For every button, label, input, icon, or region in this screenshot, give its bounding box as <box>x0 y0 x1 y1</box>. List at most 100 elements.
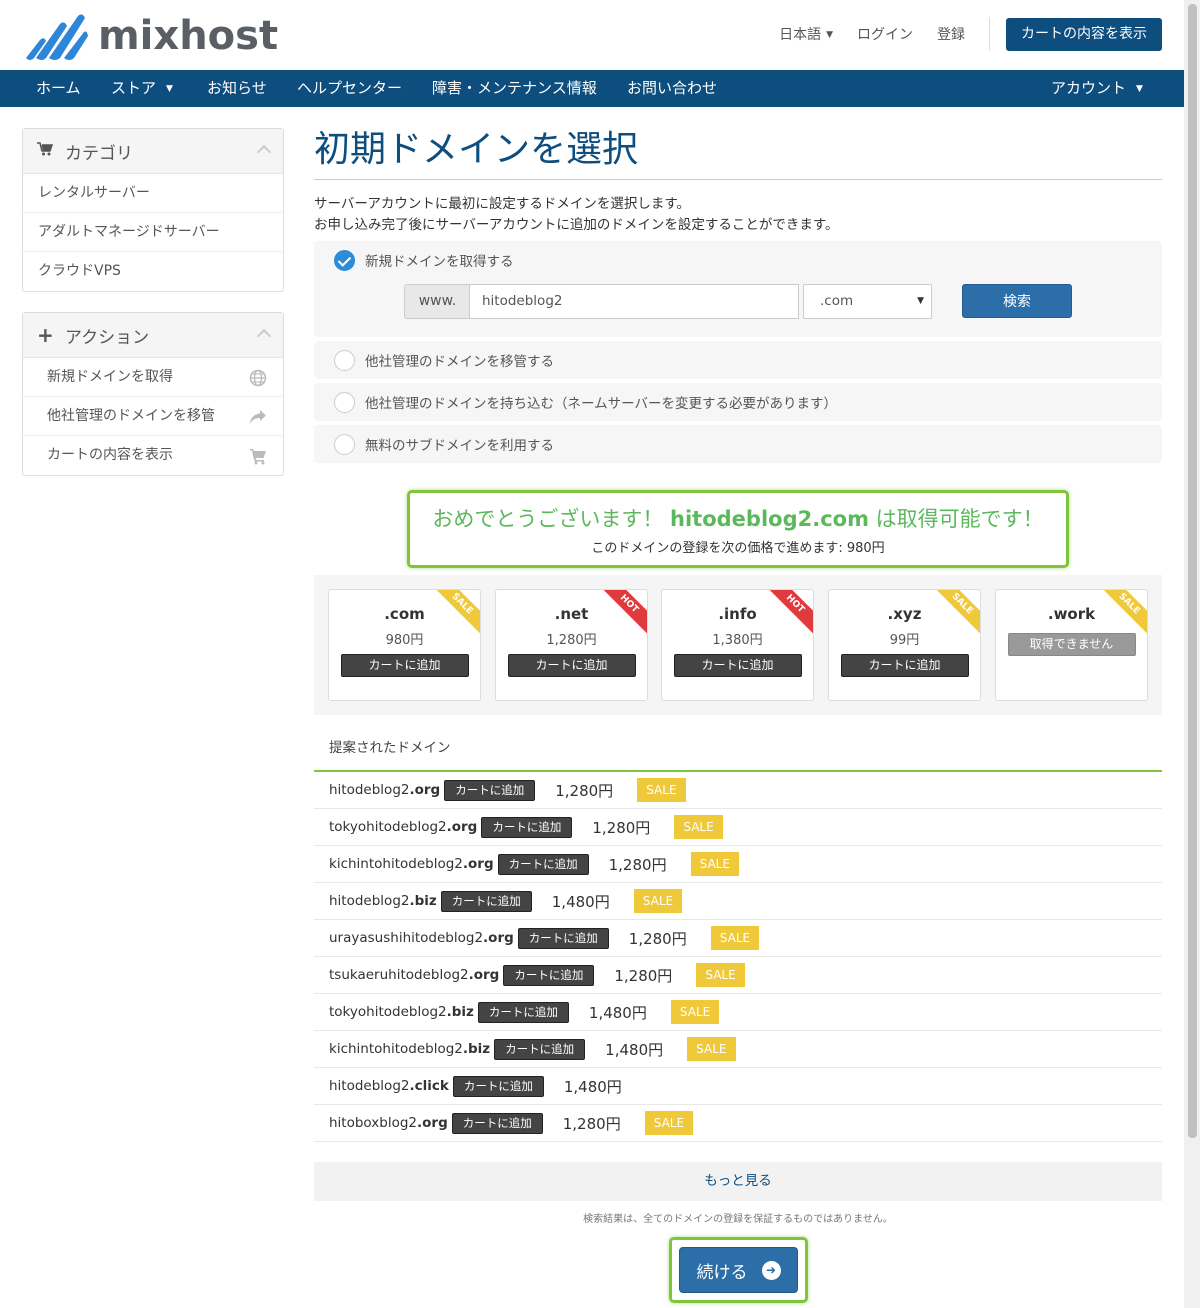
domain-tld: .biz <box>446 1004 474 1020</box>
tld-card: HOT .net 1,280円 カートに追加 <box>495 589 648 701</box>
radio-transfer[interactable] <box>334 349 355 371</box>
tld-card: HOT .info 1,380円 カートに追加 <box>661 589 814 701</box>
domain-search-row: www. hitodeblog2 .com ▼ 検索 <box>314 279 1162 337</box>
sidebar-item-cloud-vps[interactable]: クラウドVPS <box>23 252 283 291</box>
add-to-cart-button[interactable]: カートに追加 <box>451 1112 543 1134</box>
sale-badge: SALE <box>674 815 723 839</box>
page-description: サーバーアカウントに最初に設定するドメインを選択します。 お申し込み完了後にサー… <box>314 194 1162 236</box>
chevron-up-icon[interactable] <box>256 328 272 344</box>
availability-price-note: このドメインの登録を次の価格で進めます: 980円 <box>591 541 885 556</box>
caret-down-icon: ▼ <box>917 296 924 306</box>
sale-badge: SALE <box>637 778 686 802</box>
register-link[interactable]: 登録 <box>937 24 965 44</box>
available-domain: hitodeblog2.com <box>670 507 869 531</box>
tld-spotlight: SALE .com 980円 カートに追加 HOT .net 1,280円 カー… <box>314 575 1162 715</box>
action-panel-title: アクション <box>65 327 150 348</box>
sidebar-action-register-domain[interactable]: 新規ドメインを取得 <box>23 358 283 397</box>
language-dropdown[interactable]: 日本語 ▼ <box>779 24 833 44</box>
search-button[interactable]: 検索 <box>962 284 1072 318</box>
www-prefix: www. <box>404 284 470 319</box>
show-more-link[interactable]: もっと見る <box>314 1162 1162 1201</box>
sidebar-action-view-cart[interactable]: カートの内容を表示 <box>23 436 283 475</box>
category-panel-title: カテゴリ <box>65 143 133 164</box>
disclaimer-note: 検索結果は、全てのドメインの登録を保証するものではありません。 <box>583 1214 893 1225</box>
domain-tld: .org <box>417 1115 448 1131</box>
continue-button[interactable]: 続ける ➜ <box>679 1247 798 1293</box>
add-to-cart-button[interactable]: カートに追加 <box>340 654 469 677</box>
domain-base: hitoboxblog2 <box>329 1115 418 1131</box>
add-to-cart-button[interactable]: カートに追加 <box>477 1001 569 1023</box>
suggested-domain: kichintohitodeblog2.org <box>329 856 494 872</box>
nav-contact[interactable]: お問い合わせ <box>627 70 717 107</box>
radio-register-new[interactable] <box>334 249 355 271</box>
add-to-cart-button[interactable]: カートに追加 <box>497 853 589 875</box>
category-panel: カテゴリ レンタルサーバー アダルトマネージドサーバー クラウドVPS <box>22 128 284 292</box>
domain-input[interactable]: hitodeblog2 <box>469 284 799 319</box>
option-own-domain-row[interactable]: 他社管理のドメインを持ち込む（ネームサーバーを変更する必要があります） <box>314 383 1162 421</box>
sidebar-item-rental-server[interactable]: レンタルサーバー <box>23 174 283 213</box>
option-register-new-row[interactable]: 新規ドメインを取得する <box>314 241 1162 279</box>
domain-tld: .biz <box>409 893 437 909</box>
option-subdomain: 無料のサブドメインを利用する <box>314 425 1162 463</box>
table-row: hitodeblog2.click カートに追加 1,480円 <box>314 1068 1162 1105</box>
tld-card: SALE .com 980円 カートに追加 <box>328 589 481 701</box>
add-to-cart-button[interactable]: カートに追加 <box>503 964 595 986</box>
suggested-domains-list: hitodeblog2.org カートに追加 1,280円 SALE tokyohito… <box>314 772 1162 1142</box>
availability-headline: おめでとうございます！ hitodeblog2.com は取得可能です！ <box>410 503 1066 533</box>
add-to-cart-button[interactable]: カートに追加 <box>673 654 802 677</box>
radio-subdomain[interactable] <box>334 433 355 455</box>
nav-account[interactable]: アカウント ▼ <box>1051 70 1143 107</box>
login-link[interactable]: ログイン <box>857 24 913 44</box>
domain-price: 1,480円 <box>563 1077 622 1096</box>
domain-price: 1,280円 <box>562 1114 621 1133</box>
sidebar-action-transfer-domain[interactable]: 他社管理のドメインを移管 <box>23 397 283 436</box>
view-cart-button[interactable]: カートの内容を表示 <box>1006 17 1162 51</box>
domain-base: kichintohitodeblog2 <box>329 1041 463 1057</box>
add-to-cart-button[interactable]: カートに追加 <box>444 779 536 801</box>
option-label: 新規ドメインを取得する <box>365 254 514 270</box>
domain-tld: .org <box>483 930 514 946</box>
nav-home[interactable]: ホーム <box>36 70 81 107</box>
caret-down-icon: ▼ <box>1136 84 1143 94</box>
add-to-cart-button[interactable]: カートに追加 <box>481 816 573 838</box>
nav-news[interactable]: お知らせ <box>207 70 267 107</box>
availability-message: おめでとうございます！ hitodeblog2.com は取得可能です！ このド… <box>407 490 1069 568</box>
domain-price: 1,480円 <box>551 892 610 911</box>
scrollbar-thumb[interactable] <box>1188 4 1197 1138</box>
add-to-cart-button[interactable]: カートに追加 <box>494 1038 586 1060</box>
add-to-cart-button[interactable]: カートに追加 <box>840 654 969 677</box>
action-panel-header[interactable]: + アクション <box>23 313 283 358</box>
add-to-cart-button[interactable]: カートに追加 <box>507 654 636 677</box>
domain-base: urayasushihitodeblog2 <box>329 930 484 946</box>
nav-maintenance[interactable]: 障害・メンテナンス情報 <box>432 70 597 107</box>
add-to-cart-button[interactable]: カートに追加 <box>452 1075 544 1097</box>
suggested-domains-title: 提案されたドメイン <box>314 732 1162 772</box>
sidebar-item-adult-managed-server[interactable]: アダルトマネージドサーバー <box>23 213 283 252</box>
logo[interactable]: mixhost <box>22 10 278 62</box>
availability-suffix: は取得可能です！ <box>875 507 1044 531</box>
suggested-domain: tsukaeruhitodeblog2.org <box>329 967 499 983</box>
tld-price: 980円 <box>385 633 424 648</box>
option-subdomain-row[interactable]: 無料のサブドメインを利用する <box>314 425 1162 463</box>
divider <box>989 17 990 51</box>
option-label: 他社管理のドメインを移管する <box>365 354 554 370</box>
nav-help[interactable]: ヘルプセンター <box>297 70 402 107</box>
radio-own-domain[interactable] <box>334 391 355 413</box>
tld-select[interactable]: .com ▼ <box>803 284 932 319</box>
option-own-domain: 他社管理のドメインを持ち込む（ネームサーバーを変更する必要があります） <box>314 383 1162 421</box>
top-header: mixhost 日本語 ▼ ログイン 登録 カートの内容を表示 <box>0 0 1184 70</box>
description-line-1: サーバーアカウントに最初に設定するドメインを選択します。 <box>314 196 690 212</box>
domain-tld: .biz <box>462 1041 491 1057</box>
domain-tld: .org <box>409 782 441 798</box>
vertical-scrollbar[interactable] <box>1184 0 1200 1308</box>
chevron-up-icon[interactable] <box>256 144 272 160</box>
plus-icon: + <box>37 323 54 347</box>
caret-down-icon: ▼ <box>166 84 173 94</box>
nav-store[interactable]: ストア ▼ <box>111 70 173 107</box>
category-panel-header[interactable]: カテゴリ <box>23 129 283 174</box>
cart-icon <box>37 141 55 161</box>
option-transfer-row[interactable]: 他社管理のドメインを移管する <box>314 341 1162 379</box>
add-to-cart-button[interactable]: カートに追加 <box>517 927 609 949</box>
add-to-cart-button[interactable]: カートに追加 <box>440 890 532 912</box>
suggested-domain: hitodeblog2.biz <box>329 893 437 909</box>
